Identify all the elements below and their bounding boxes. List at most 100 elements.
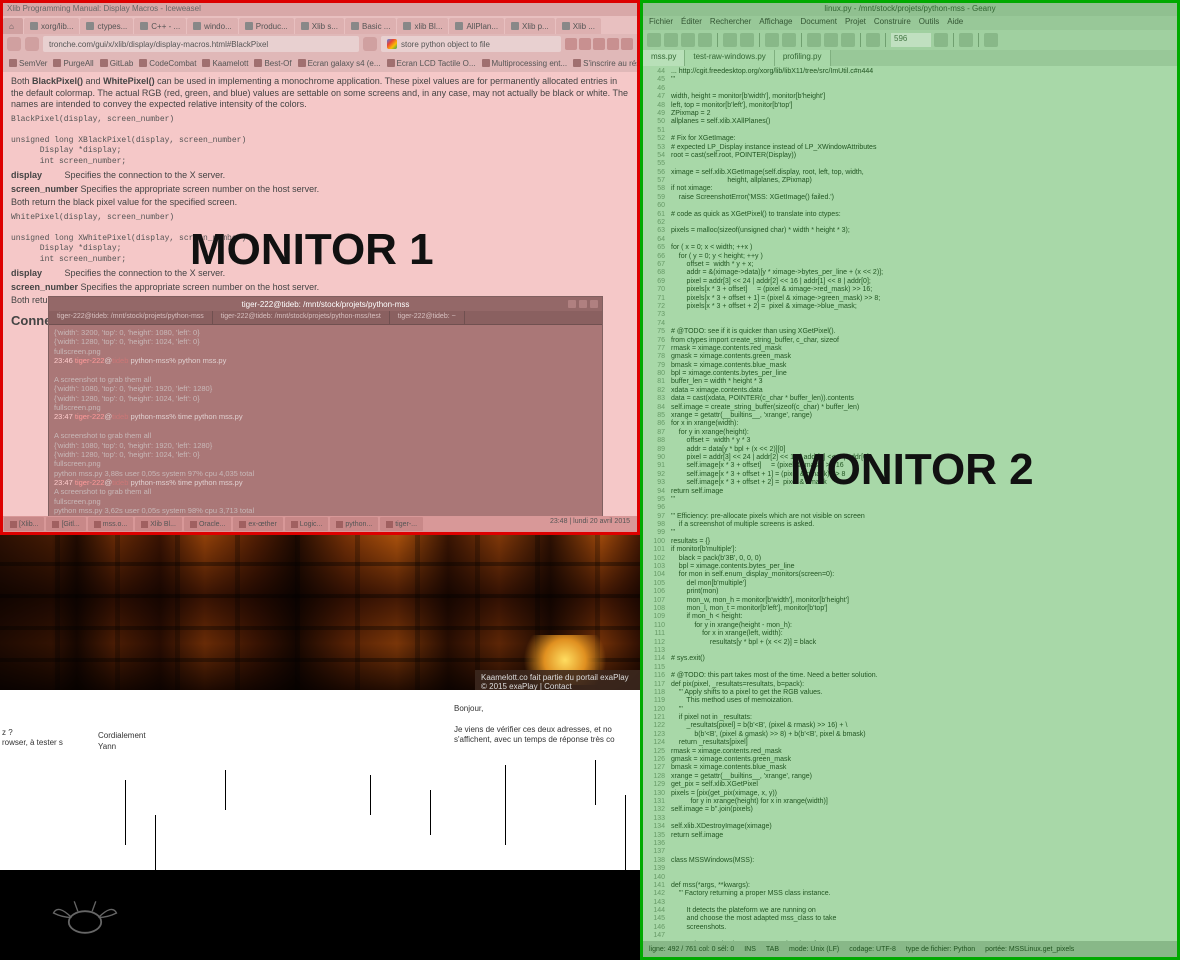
terminal-output[interactable]: {'width': 3200, 'top': 0, 'height': 1080… (49, 325, 602, 535)
scope: portée: MSSLinux.get_pixels (985, 946, 1074, 953)
run-icon[interactable] (841, 33, 855, 47)
bookmark-item[interactable]: S'inscrire au réseau (573, 59, 637, 68)
browser-tabs: ⌂ xorg/lib... ctypes... C++ - ... windo.… (3, 16, 637, 34)
editor-toolbar: 596 (643, 30, 1177, 50)
build-icon[interactable] (824, 33, 838, 47)
menu-item[interactable]: Rechercher (710, 17, 751, 29)
bookmark-item[interactable]: Best-Of (254, 59, 291, 68)
code-block: BlackPixel(display, screen_number) unsig… (11, 115, 629, 167)
browser-tab[interactable]: Produc... (239, 18, 294, 34)
browser-tab[interactable]: xorg/lib... (24, 18, 79, 34)
browser-tab[interactable]: C++ - ... (134, 18, 186, 34)
search-box[interactable]: store python object to file (381, 36, 561, 52)
browser-tab[interactable]: Xlib s... (295, 18, 344, 34)
browser-tab[interactable]: ctypes... (80, 18, 133, 34)
goto-line-input[interactable]: 596 (891, 33, 931, 47)
taskbar-item[interactable]: [Xlib... (4, 517, 44, 531)
home-tab[interactable]: ⌂ (3, 18, 23, 34)
cursor-position: ligne: 492 / 761 col: 0 sél: 0 (649, 946, 734, 953)
texture-background (0, 535, 640, 690)
bookmark-bar: SemVer PurgeAll GitLab CodeCombat Kaamel… (3, 54, 637, 72)
email-message: Bonjour, Je viens de vérifier ces deux a… (450, 700, 640, 750)
code-block: WhitePixel(display, screen_number) unsig… (11, 213, 629, 265)
taskbar-item[interactable]: ex-œther (233, 517, 282, 531)
reload-button[interactable] (363, 37, 377, 51)
reload-icon[interactable] (723, 33, 737, 47)
bookmark-item[interactable]: Ecran LCD Tactile O... (387, 59, 476, 68)
color-icon[interactable] (866, 33, 880, 47)
back-button[interactable] (7, 37, 21, 51)
window-title: Xlib Programming Manual: Display Macros … (3, 3, 637, 16)
browser-tab[interactable]: windo... (187, 18, 238, 34)
save-all-icon[interactable] (698, 33, 712, 47)
open-file-icon[interactable] (664, 33, 678, 47)
bee-logo-icon (40, 890, 130, 945)
toolbar-icon[interactable] (565, 38, 577, 50)
new-file-icon[interactable] (647, 33, 661, 47)
insert-mode: INS (744, 946, 756, 953)
menu-item[interactable]: Outils (919, 17, 939, 29)
bookmark-item[interactable]: PurgeAll (53, 59, 93, 68)
compile-icon[interactable] (807, 33, 821, 47)
terminal-tab[interactable]: tiger-222@tideb: /mnt/stock/projets/pyth… (49, 311, 213, 324)
menu-item[interactable]: Fichier (649, 17, 673, 29)
terminal-tab[interactable]: tiger-222@tideb: ~ (390, 311, 465, 324)
close-file-icon[interactable] (740, 33, 754, 47)
file-tab[interactable]: profiling.py (775, 50, 831, 66)
menu-item[interactable]: Projet (845, 17, 866, 29)
browser-tab[interactable]: Basic ... (345, 18, 396, 34)
bookmark-item[interactable]: Ecran galaxy s4 (e... (298, 59, 381, 68)
minimize-button[interactable] (568, 300, 576, 308)
taskbar-clock: 23:48 | lundi 20 avril 2015 (544, 517, 636, 531)
toolbar-icon[interactable] (593, 38, 605, 50)
taskbar-item[interactable]: Xlib Bl... (135, 517, 182, 531)
forward-button[interactable] (25, 37, 39, 51)
taskbar-item[interactable]: python... (330, 517, 378, 531)
menu-item[interactable]: Aide (947, 17, 963, 29)
quit-icon[interactable] (984, 33, 998, 47)
browser-tab[interactable]: Xlib ... (556, 18, 601, 34)
taskbar-item[interactable]: Oracle... (184, 517, 231, 531)
taskbar-item[interactable]: mss.o... (88, 517, 134, 531)
bookmark-item[interactable]: CodeCombat (139, 59, 196, 68)
toolbar-icon[interactable] (579, 38, 591, 50)
filetype: type de fichier: Python (906, 946, 975, 953)
terminal-tabs: tiger-222@tideb: /mnt/stock/projets/pyth… (49, 311, 602, 325)
line-ending: mode: Unix (LF) (789, 946, 839, 953)
menu-bar: Fichier Éditer Rechercher Affichage Docu… (643, 16, 1177, 30)
file-tab[interactable]: test-raw-windows.py (685, 50, 774, 66)
bookmark-item[interactable]: Multiprocessing ent... (482, 59, 568, 68)
bookmark-item[interactable]: Kaamelott (202, 59, 248, 68)
browser-tab[interactable]: xlib Bl... (397, 18, 448, 34)
menu-item[interactable]: Affichage (759, 17, 792, 29)
close-button[interactable] (590, 300, 598, 308)
file-tab[interactable]: mss.py (643, 50, 685, 66)
url-bar[interactable]: tronche.com/gui/x/xlib/display/display-m… (43, 36, 359, 52)
goto-icon[interactable] (934, 33, 948, 47)
nav-forward-icon[interactable] (782, 33, 796, 47)
page-content: Both BlackPixel() and WhitePixel() can b… (3, 72, 637, 334)
taskbar-item[interactable]: tiger-... (380, 517, 423, 531)
taskbar-item[interactable]: [Gitl... (46, 517, 85, 531)
save-icon[interactable] (681, 33, 695, 47)
left-note: z ? rowser, à tester s (2, 728, 63, 749)
menu-item[interactable]: Éditer (681, 17, 702, 29)
file-tabs: mss.py test-raw-windows.py profiling.py (643, 50, 1177, 66)
nav-back-icon[interactable] (765, 33, 779, 47)
browser-tab[interactable]: Xlib p... (505, 18, 555, 34)
terminal-window: tiger-222@tideb: /mnt/stock/projets/pyth… (48, 296, 603, 531)
bookmark-item[interactable]: GitLab (100, 59, 134, 68)
menu-icon[interactable] (621, 38, 633, 50)
menu-item[interactable]: Document (801, 17, 837, 29)
bookmark-item[interactable]: SemVer (9, 59, 47, 68)
terminal-tab[interactable]: tiger-222@tideb: /mnt/stock/projets/pyth… (213, 311, 390, 324)
browser-toolbar: tronche.com/gui/x/xlib/display/display-m… (3, 34, 637, 54)
search-icon[interactable] (959, 33, 973, 47)
code-editor[interactable]: 44... http://cgit.freedesktop.org/xorg/l… (643, 66, 1177, 960)
toolbar-icon[interactable] (607, 38, 619, 50)
taskbar-item[interactable]: Logic... (285, 517, 329, 531)
maximize-button[interactable] (579, 300, 587, 308)
taskbar: [Xlib... [Gitl... mss.o... Xlib Bl... Or… (3, 516, 637, 532)
browser-tab[interactable]: AllPlan... (449, 18, 504, 34)
menu-item[interactable]: Construire (874, 17, 911, 29)
